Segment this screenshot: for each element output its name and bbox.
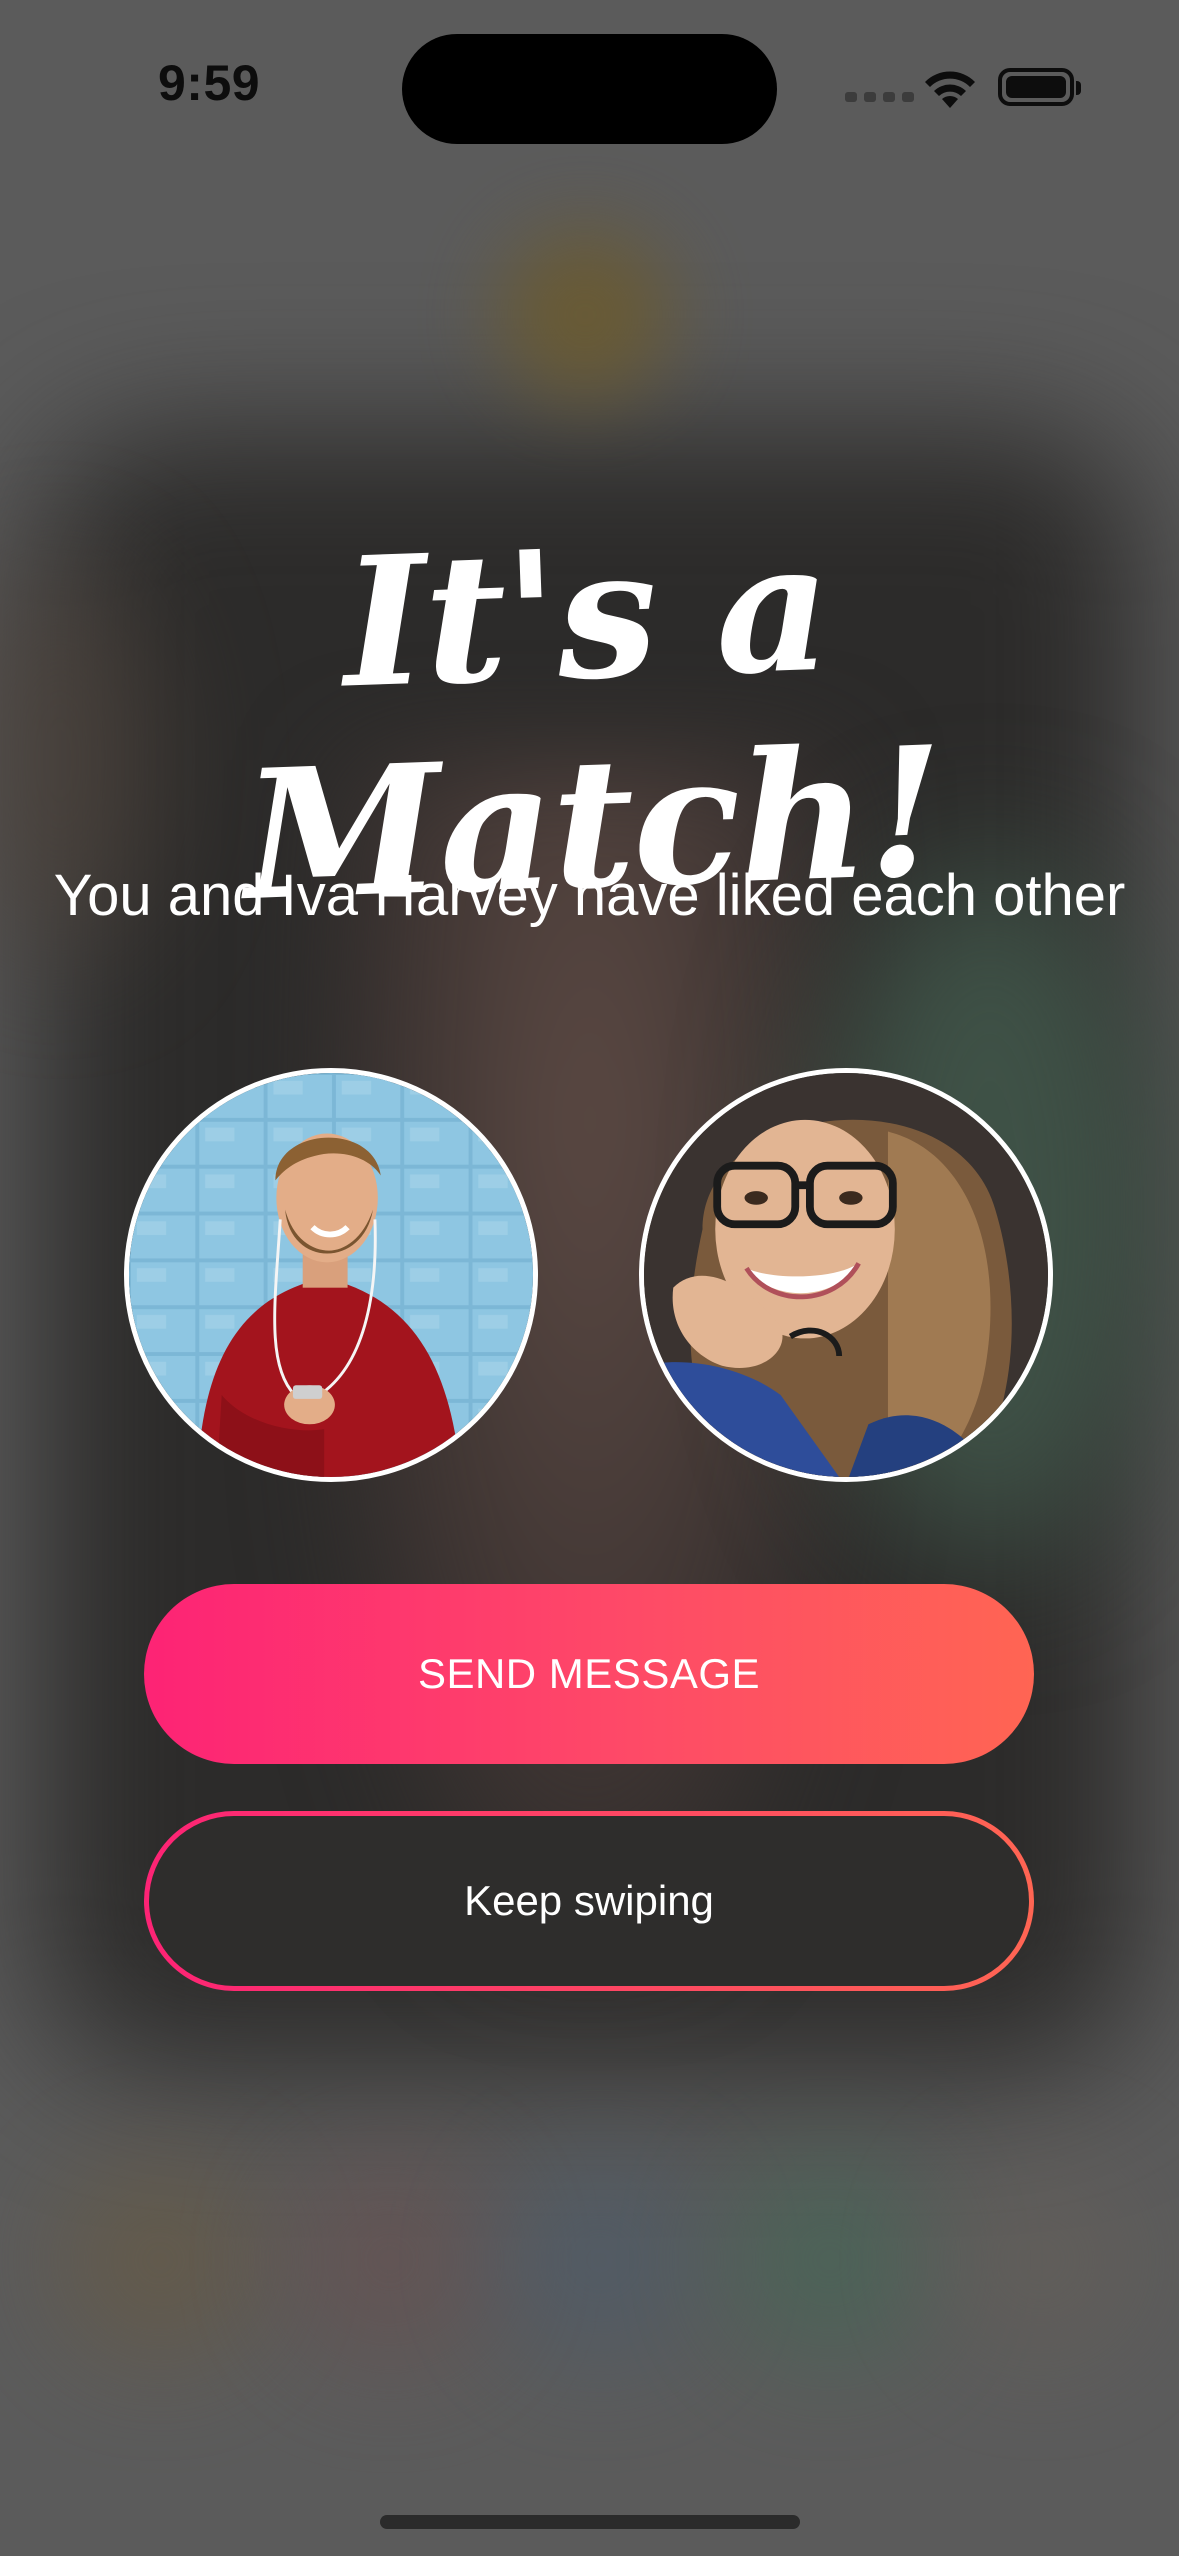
backdrop-blur-strip — [730, 2160, 930, 2360]
keep-swiping-button-inner: Keep swiping — [149, 1816, 1029, 1986]
man-red-sweater-icon — [129, 1073, 533, 1477]
match-subtitle: You and Iva Harvey have liked each other — [53, 863, 1126, 928]
backdrop-blur-gold — [500, 230, 670, 400]
backdrop-blur-strip — [500, 2160, 700, 2360]
my-avatar[interactable] — [124, 1068, 538, 1482]
send-message-button[interactable]: SEND MESSAGE — [144, 1584, 1034, 1764]
backdrop-blur-strip — [290, 2160, 490, 2360]
woman-glasses-icon — [644, 1073, 1048, 1477]
wifi-icon — [925, 71, 975, 108]
send-message-label: SEND MESSAGE — [417, 1650, 761, 1697]
battery-icon — [998, 68, 1081, 106]
backdrop-blur-strip — [60, 2160, 260, 2360]
backdrop-blur-strip — [940, 2160, 1140, 2360]
home-indicator[interactable] — [380, 2515, 800, 2529]
match-avatar[interactable] — [639, 1068, 1053, 1482]
keep-swiping-button[interactable]: Keep swiping — [144, 1811, 1034, 1991]
cellular-signal-icon — [845, 92, 914, 102]
dynamic-island — [402, 34, 777, 144]
match-screen: 9:59 It's a Match! You and Iva Harvey ha… — [0, 0, 1179, 2556]
keep-swiping-label: Keep swiping — [464, 1877, 714, 1924]
status-time: 9:59 — [158, 55, 261, 111]
